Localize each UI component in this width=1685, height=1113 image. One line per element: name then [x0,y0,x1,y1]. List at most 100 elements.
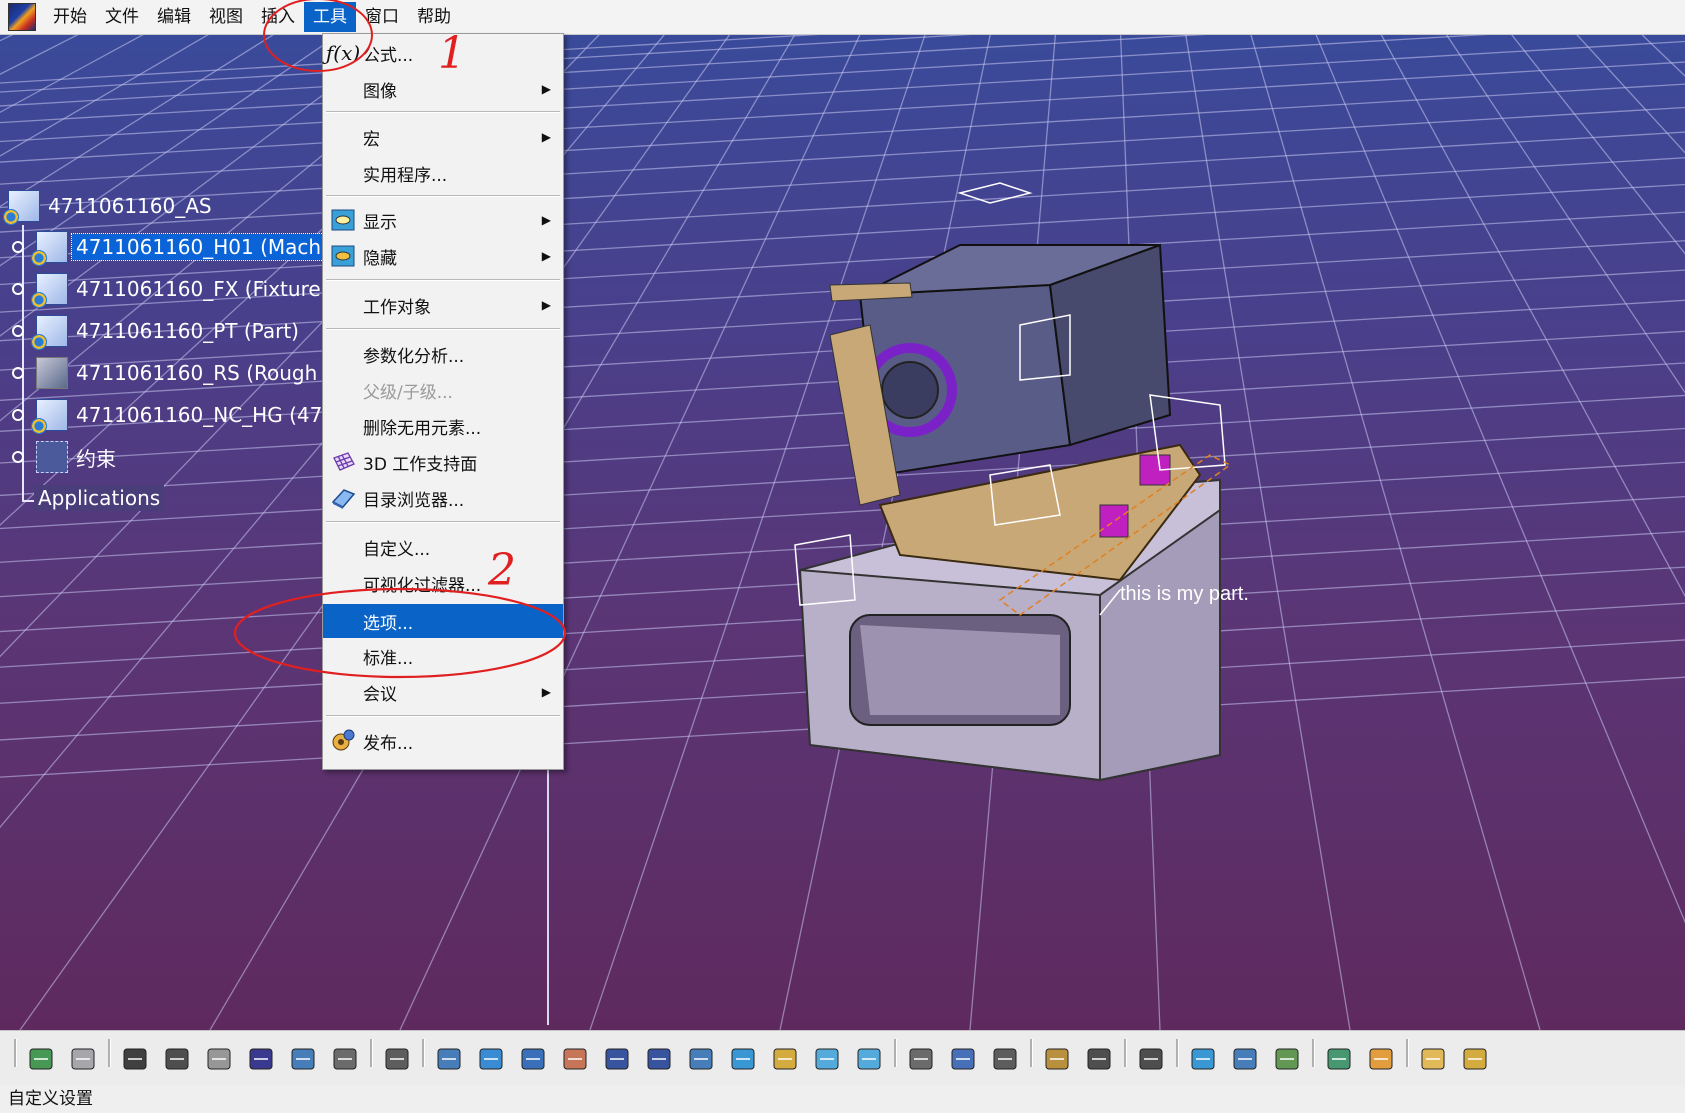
update-icon[interactable] [906,1044,936,1074]
knowledge-icon[interactable] [204,1044,234,1074]
catia-app-icon[interactable] [8,3,36,31]
tree-node-label: 4711061160_H01 (Machi [71,233,332,261]
tree-node-label: 4711061160_PT (Part) [76,319,299,343]
menu-item-3d-support[interactable]: 3D 工作支持面 [323,446,563,478]
undo-icon[interactable] [26,1044,56,1074]
tree-node-h01[interactable]: 4711061160_H01 (Machi [12,231,332,266]
tree-node-nc-hg[interactable]: 4711061160_NC_HG (471 [12,399,339,434]
menu-insert[interactable]: 插入 [252,2,304,32]
swap-icon[interactable] [854,1044,884,1074]
tree-node-label: 4711061160_FX (Fixture / [76,277,334,301]
menu-item-label: 参数化分析... [363,346,465,367]
measure-icon[interactable] [948,1044,978,1074]
menu-item-utility[interactable]: 实用程序... [323,157,563,189]
submenu-arrow-icon: ▶ [541,213,551,227]
axis-icon[interactable] [1136,1044,1166,1074]
menu-window[interactable]: 窗口 [356,2,408,32]
menu-item-visual-filter[interactable]: 可视化过滤器... [323,567,563,599]
publish-icon [329,728,357,754]
menu-item-hide[interactable]: 隐藏 ▶ [323,240,563,272]
menu-item-conference[interactable]: 会议 ▶ [323,676,563,708]
menu-item-label: 工作对象 [363,297,431,318]
tree-node-constraints[interactable]: 约束 [12,441,120,473]
menu-item-macro[interactable]: 宏 ▶ [323,121,563,153]
iso-view-icon[interactable] [728,1044,758,1074]
surface-icon[interactable] [1230,1044,1260,1074]
show-icon [329,207,357,233]
tree-root-node[interactable]: 4711061160_AS [3,190,216,225]
menu-item-delete-useless[interactable]: 删除无用元素... [323,410,563,442]
menu-item-label: 宏 [363,129,380,150]
3d-viewport[interactable]: this is my part. 4711061160_AS 471106116… [0,35,1685,1030]
menu-separator [326,328,560,330]
toolbar-separator [1124,1039,1127,1067]
catalog-icon [329,485,357,511]
menu-item-show[interactable]: 显示 ▶ [323,204,563,236]
3d-grid-icon [329,449,357,475]
rotate-icon[interactable] [560,1044,590,1074]
formula-icon[interactable] [120,1044,150,1074]
menu-item-label: 可视化过滤器... [363,575,482,596]
fly-icon[interactable] [434,1044,464,1074]
sketch-icon[interactable] [1366,1044,1396,1074]
tree-node-label: 约束 [76,446,116,471]
menu-item-label: 父级/子级... [363,382,453,403]
menu-item-label: 实用程序... [363,165,448,186]
render-style-icon[interactable] [770,1044,800,1074]
expand-icon[interactable] [12,241,24,253]
tree-icon[interactable] [288,1044,318,1074]
hide-show-icon[interactable] [812,1044,842,1074]
constraints-icon [36,441,68,473]
normal-view-icon[interactable] [686,1044,716,1074]
menu-file[interactable]: 文件 [96,2,148,32]
menu-item-catalog-browser[interactable]: 目录浏览器... [323,482,563,514]
menu-item-work-object[interactable]: 工作对象 ▶ [323,289,563,321]
pan-icon[interactable] [518,1044,548,1074]
tree-node-rs[interactable]: 4711061160_RS (Rough S [12,357,340,389]
capture-icon[interactable] [1084,1044,1114,1074]
menu-item-parametric-analysis[interactable]: 参数化分析... [323,338,563,370]
expand-icon[interactable] [12,325,24,337]
analysis-icon[interactable] [1272,1044,1302,1074]
comment-icon[interactable] [162,1044,192,1074]
layer-icon[interactable] [1324,1044,1354,1074]
tree-node-pt[interactable]: 4711061160_PT (Part) [12,315,303,350]
table-icon[interactable] [246,1044,276,1074]
menu-item-options[interactable]: 选项... [323,604,563,638]
tree-node-fx[interactable]: 4711061160_FX (Fixture / [12,273,338,308]
menu-tools[interactable]: 工具 [304,2,356,32]
menu-item-label: 显示 [363,212,397,233]
formula-icon: ƒ(x) [325,41,361,65]
clash-icon[interactable] [990,1044,1020,1074]
menu-start[interactable]: 开始 [44,2,96,32]
tree-node-label: 4711061160_NC_HG (471 [76,403,336,427]
menu-item-publish[interactable]: 发布... [323,725,563,757]
toolbar-separator [1406,1039,1409,1067]
inertia-icon[interactable] [1042,1044,1072,1074]
select-icon[interactable] [382,1044,412,1074]
part-annotation-text[interactable]: this is my part. [1120,583,1249,606]
product-icon [31,399,68,434]
lock-icon[interactable] [330,1044,360,1074]
menu-item-customize[interactable]: 自定义... [323,531,563,563]
tree-node-applications[interactable]: Applications [34,485,165,511]
redo-icon[interactable] [68,1044,98,1074]
expand-icon[interactable] [12,283,24,295]
zoom-out-icon[interactable] [644,1044,674,1074]
menu-item-standards[interactable]: 标准... [323,640,563,672]
expand-icon[interactable] [12,409,24,421]
catalog-icon[interactable] [1418,1044,1448,1074]
publish-icon[interactable] [1460,1044,1490,1074]
annotation-icon[interactable] [1188,1044,1218,1074]
expand-icon[interactable] [12,451,24,463]
tools-dropdown-menu: ƒ(x) 公式... 图像 ▶ 宏 ▶ 实用程序... 显示 ▶ 隐藏 ▶ 工作… [322,33,564,770]
zoom-in-icon[interactable] [602,1044,632,1074]
annotation-number-1: 1 [438,28,466,79]
menu-edit[interactable]: 编辑 [148,2,200,32]
toolbar-separator [1176,1039,1179,1067]
menu-view[interactable]: 视图 [200,2,252,32]
menu-item-label: 会议 [363,684,397,705]
menu-item-label: 自定义... [363,539,431,560]
expand-icon[interactable] [12,367,24,379]
fit-all-icon[interactable] [476,1044,506,1074]
